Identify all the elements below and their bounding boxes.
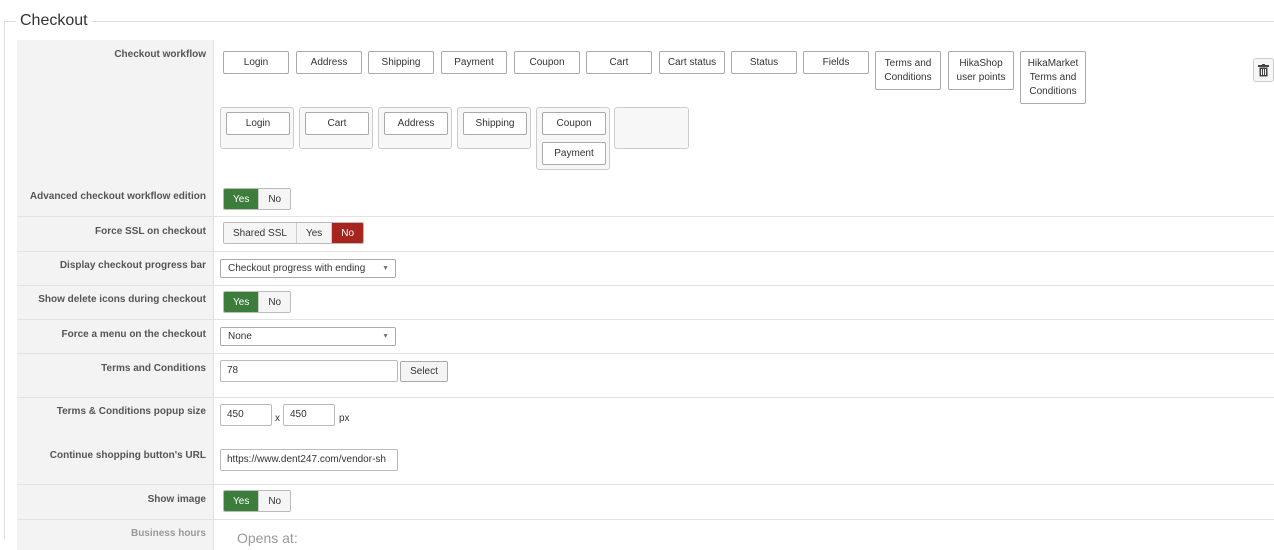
workflow-available-login[interactable]: Login: [223, 51, 289, 74]
workflow-step-4[interactable]: Shipping: [457, 107, 531, 149]
workflow-available-cart-status[interactable]: Cart status: [659, 51, 725, 74]
delete-icons-toggle: Yes No: [223, 291, 292, 313]
row-terms: Terms and Conditions 78 Select: [17, 354, 1274, 398]
workflow-step-2[interactable]: Cart: [299, 107, 373, 149]
workflow-step-shipping[interactable]: Shipping: [463, 112, 527, 135]
continue-url-input[interactable]: https://www.dent247.com/vendor-sh: [220, 449, 398, 471]
label-delete-icons: Show delete icons during checkout: [38, 294, 206, 305]
workflow-step-coupon[interactable]: Coupon: [542, 112, 606, 135]
label-advanced-workflow: Advanced checkout workflow edition: [29, 191, 206, 202]
row-force-ssl: Force SSL on checkout Shared SSL Yes No: [17, 217, 1274, 252]
label-force-ssl: Force SSL on checkout: [95, 226, 206, 237]
terms-input[interactable]: 78: [220, 360, 398, 382]
workflow-available-status[interactable]: Status: [731, 51, 797, 74]
label-business-hours: Business hours: [130, 528, 206, 539]
show-image-yes-option[interactable]: Yes: [224, 491, 259, 511]
workflow-step-address[interactable]: Address: [384, 112, 448, 135]
workflow-available-coupon[interactable]: Coupon: [514, 51, 580, 74]
advanced-yes-option[interactable]: Yes: [224, 189, 259, 209]
workflow-step-5[interactable]: Coupon Payment: [536, 107, 610, 170]
delete-icons-no-option[interactable]: No: [258, 292, 291, 312]
workflow-available-shipping[interactable]: Shipping: [368, 51, 434, 74]
terms-select-button[interactable]: Select: [400, 361, 448, 382]
workflow-step-cart[interactable]: Cart: [305, 112, 369, 135]
trash-icon[interactable]: [1253, 58, 1274, 82]
progress-bar-value: Checkout progress with ending: [228, 263, 366, 274]
force-ssl-no-option[interactable]: No: [331, 223, 364, 243]
label-terms: Terms and Conditions: [101, 363, 206, 374]
business-hours-opens-at: Opens at:: [237, 530, 298, 546]
force-menu-value: None: [228, 331, 252, 342]
delete-icons-yes-option[interactable]: Yes: [224, 292, 259, 312]
fieldset-border-left: [4, 21, 5, 539]
show-image-no-option[interactable]: No: [258, 491, 291, 511]
popup-size-unit: px: [339, 413, 350, 424]
label-progress-bar: Display checkout progress bar: [59, 260, 206, 271]
workflow-available-hikamarket-terms[interactable]: HikaMarket Terms and Conditions: [1020, 51, 1086, 104]
workflow-available-terms[interactable]: Terms and Conditions: [875, 51, 941, 90]
popup-size-separator: x: [275, 413, 280, 424]
row-progress-bar: Display checkout progress bar Checkout p…: [17, 252, 1274, 286]
workflow-available-user-points[interactable]: HikaShop user points: [948, 51, 1014, 90]
force-ssl-yes-option[interactable]: Yes: [295, 223, 332, 243]
workflow-available-address[interactable]: Address: [296, 51, 362, 74]
workflow-step-1[interactable]: Login: [220, 107, 294, 149]
label-checkout-workflow: Checkout workflow: [114, 49, 206, 60]
fieldset-border: [4, 21, 1274, 22]
workflow-available-cart[interactable]: Cart: [586, 51, 652, 74]
label-popup-size: Terms & Conditions popup size: [56, 406, 206, 417]
row-force-menu: Force a menu on the checkout None ▼: [17, 320, 1274, 354]
label-show-image: Show image: [147, 494, 206, 505]
row-checkout-workflow: Checkout workflow Login Address Shipping…: [17, 40, 1274, 185]
workflow-step-payment[interactable]: Payment: [542, 142, 606, 165]
workflow-step-3[interactable]: Address: [378, 107, 452, 149]
show-image-toggle: Yes No: [223, 490, 292, 512]
progress-bar-select[interactable]: Checkout progress with ending ▼: [220, 259, 396, 278]
row-show-image: Show image Yes No: [17, 485, 1274, 520]
advanced-workflow-toggle: Yes No: [223, 188, 292, 210]
chevron-down-icon: ▼: [382, 265, 389, 272]
advanced-no-option[interactable]: No: [258, 189, 291, 209]
row-advanced-workflow: Advanced checkout workflow edition Yes N…: [17, 185, 1274, 217]
chevron-down-icon: ▼: [382, 333, 389, 340]
row-delete-icons: Show delete icons during checkout Yes No: [17, 286, 1274, 320]
workflow-available-payment[interactable]: Payment: [441, 51, 507, 74]
workflow-step-empty[interactable]: [614, 107, 689, 149]
row-business-hours: Business hours Opens at:: [17, 520, 1274, 550]
popup-width-input[interactable]: 450: [220, 404, 272, 426]
force-menu-select[interactable]: None ▼: [220, 327, 396, 346]
popup-height-input[interactable]: 450: [283, 404, 335, 426]
row-continue-url: Continue shopping button's URL https://w…: [17, 441, 1274, 485]
fieldset-legend: Checkout: [16, 12, 92, 30]
label-continue-url: Continue shopping button's URL: [49, 450, 206, 461]
force-ssl-shared-option[interactable]: Shared SSL: [224, 223, 296, 243]
force-ssl-toggle: Shared SSL Yes No: [223, 222, 365, 244]
workflow-step-login[interactable]: Login: [226, 112, 290, 135]
workflow-available-fields[interactable]: Fields: [803, 51, 869, 74]
label-force-menu: Force a menu on the checkout: [61, 329, 206, 340]
row-popup-size: Terms & Conditions popup size 450 x 450 …: [17, 398, 1274, 441]
